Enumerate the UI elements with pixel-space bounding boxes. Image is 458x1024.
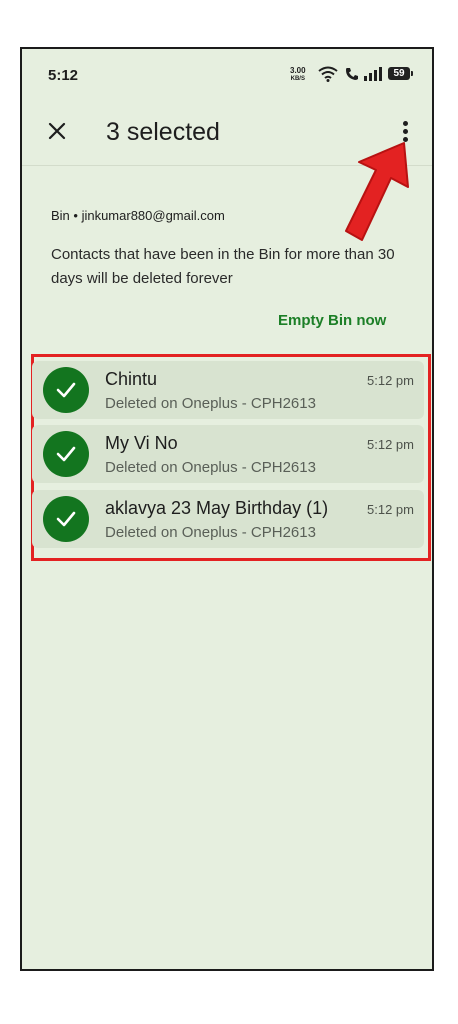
contact-row-aklavya[interactable]: aklavya 23 May Birthday (1) Deleted on O…: [32, 490, 424, 548]
contact-row-my-vi-no[interactable]: My Vi No Deleted on Oneplus - CPH2613 5:…: [32, 425, 424, 483]
selected-check: [43, 367, 89, 413]
more-vert-icon: [402, 120, 408, 126]
close-button[interactable]: [42, 116, 72, 146]
status-time: 5:12: [48, 67, 79, 84]
network-speed-value: 3.00: [290, 66, 306, 75]
status-bar: 5:12 3.00 KB/S 59: [22, 49, 432, 104]
check-icon: [56, 511, 76, 527]
selection-title: 3 selected: [106, 118, 220, 146]
contact-row-chintu[interactable]: Chintu Deleted on Oneplus - CPH2613 5:12…: [32, 361, 424, 419]
contact-subtitle: Deleted on Oneplus - CPH2613: [105, 459, 316, 476]
check-icon: [56, 446, 76, 462]
phone-screen: 5:12 3.00 KB/S 59 3 selected Bin • jinku…: [20, 47, 434, 971]
network-speed-unit: KB/S: [290, 76, 305, 82]
contact-time: 5:12 pm: [367, 502, 414, 517]
battery-icon: 59: [388, 67, 413, 80]
contact-name: aklavya 23 May Birthday (1): [105, 498, 329, 518]
network-speed: 3.00 KB/S: [290, 67, 306, 83]
contact-time: 5:12 pm: [367, 437, 414, 452]
check-icon: [56, 382, 76, 398]
wifi-call-icon: [346, 68, 358, 80]
signal-icon: [364, 67, 382, 81]
contact-name: Chintu: [105, 369, 158, 389]
bin-info-text: Contacts that have been in the Bin for m…: [51, 246, 395, 287]
contact-subtitle: Deleted on Oneplus - CPH2613: [105, 524, 316, 541]
selected-check: [43, 431, 89, 477]
bin-account-line: Bin • jinkumar880@gmail.com: [51, 208, 225, 223]
wifi-icon: [318, 66, 338, 82]
empty-bin-button[interactable]: Empty Bin now: [278, 312, 386, 329]
contact-subtitle: Deleted on Oneplus - CPH2613: [105, 395, 316, 412]
contact-name: My Vi No: [105, 433, 178, 453]
contact-time: 5:12 pm: [367, 373, 414, 388]
red-arrow-annotation-icon: [345, 142, 409, 241]
selected-check: [43, 496, 89, 542]
close-icon: [48, 122, 66, 140]
